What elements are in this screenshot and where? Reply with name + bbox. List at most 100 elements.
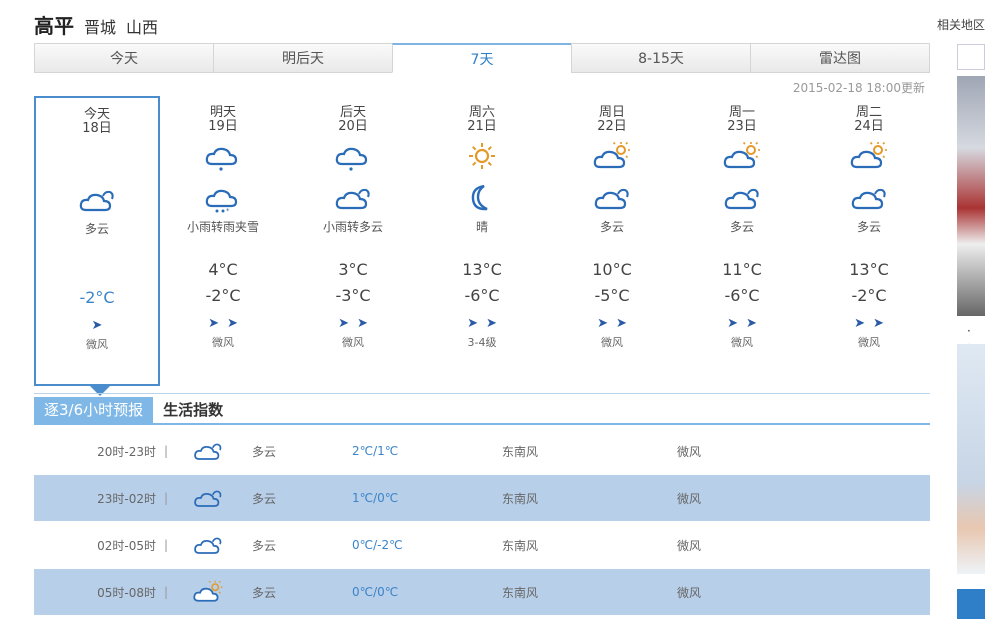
forecast-tabs: 今天 明后天 7天 8-15天 雷达图	[34, 43, 930, 73]
time-range: 20时-23时	[97, 444, 156, 459]
tab-radar[interactable]: 雷达图	[750, 43, 930, 73]
cloudy-icon	[722, 182, 762, 214]
blank-icon	[77, 142, 117, 174]
separator: |	[164, 444, 169, 458]
high-temp	[36, 262, 158, 282]
weather-text: 多云	[252, 491, 277, 506]
wind-direction: 东南风	[502, 444, 539, 459]
day-name: 周一	[728, 105, 755, 120]
weather-desc: 小雨转多云	[322, 220, 383, 234]
ad-image[interactable]	[957, 344, 985, 574]
wind-level: 微风	[601, 336, 623, 349]
update-time: 2015-02-18 18:00更新	[792, 81, 925, 95]
cloudy-icon	[849, 182, 889, 214]
tab-hourly-forecast[interactable]: 逐3/6小时预报	[34, 397, 154, 423]
time-range: 02时-05时	[97, 538, 156, 553]
light-rain-icon	[333, 140, 373, 172]
separator: |	[164, 585, 169, 599]
low-temp: -2°C	[851, 286, 887, 305]
sleet-icon: *	[203, 182, 243, 215]
weather-text: 多云	[252, 444, 277, 459]
day-name: 周日	[598, 105, 625, 120]
wind-direction: 东南风	[502, 585, 539, 600]
time-range: 05时-08时	[97, 585, 156, 600]
temperature-range: 1℃/0℃	[352, 491, 399, 505]
divider	[34, 393, 930, 394]
sidebar-tab[interactable]	[957, 44, 985, 70]
wind-level: 微风	[677, 491, 702, 506]
wind-direction-icon: ➤ ➤	[208, 316, 238, 331]
day-column[interactable]: 周六 21日 晴 13°C -6°C ➤ ➤ 3-4级	[419, 96, 545, 386]
hourly-table: 20时-23时 | 多云 2℃/1℃ 东南风 微风 23时-02时 | 多云 1…	[34, 428, 930, 616]
day-name: 今天	[83, 107, 110, 122]
wind-level: 3-4级	[467, 336, 497, 349]
news-image[interactable]	[957, 76, 985, 316]
day-name: 周二	[855, 105, 882, 120]
location-header: 高平 晋城 山西	[34, 10, 158, 38]
weather-text: 多云	[252, 585, 277, 600]
day-column[interactable]: 后天 20日 小雨转多云 3°C -3°C ➤ ➤ 微风	[290, 96, 416, 386]
time-range: 23时-02时	[97, 491, 156, 506]
hot-section-header	[957, 589, 985, 619]
wind-direction-icon: ➤ ➤	[467, 316, 497, 331]
day-column[interactable]: 今天 18日 多云 -2°C ➤ 微风	[34, 96, 160, 396]
low-temp: -2°C	[205, 286, 241, 305]
day-date: 21日	[467, 119, 497, 134]
light-rain-icon	[203, 140, 243, 172]
low-temp: -6°C	[724, 286, 760, 305]
related-regions-link[interactable]: 相关地区	[937, 16, 985, 33]
day-column[interactable]: 周二 24日 多云 13°C -2°C ➤ ➤ 微风	[806, 96, 932, 386]
day-date: 20日	[338, 119, 368, 134]
wind-level: 微风	[858, 336, 880, 349]
day-name: 明天	[209, 105, 236, 120]
cloudy-icon	[333, 182, 373, 214]
wind-level: 微风	[731, 336, 753, 349]
wind-direction-icon: ➤	[91, 318, 103, 333]
wind-level: 微风	[677, 444, 702, 459]
table-row: 20时-23时 | 多云 2℃/1℃ 东南风 微风	[34, 428, 930, 474]
day-date: 24日	[854, 119, 884, 134]
tab-life-index[interactable]: 生活指数	[153, 397, 233, 423]
high-temp: 11°C	[722, 260, 762, 279]
low-temp: -3°C	[335, 286, 371, 305]
cloudy-icon	[192, 485, 252, 511]
day-column[interactable]: 明天 19日 * 小雨转雨夹雪 4°C -2°C ➤ ➤ 微风	[160, 96, 286, 386]
wind-direction-icon: ➤ ➤	[727, 316, 757, 331]
tab-next-two-days[interactable]: 明后天	[213, 43, 392, 73]
low-temp: -5°C	[594, 286, 630, 305]
tab-7-days[interactable]: 7天	[392, 43, 571, 73]
weather-desc: 多云	[729, 220, 754, 234]
day-column[interactable]: 周日 22日 多云 10°C -5°C ➤ ➤ 微风	[549, 96, 675, 386]
tab-today[interactable]: 今天	[34, 43, 213, 73]
weather-desc: 多云	[84, 222, 109, 236]
tab-8-15-days[interactable]: 8-15天	[571, 43, 750, 73]
separator: |	[164, 538, 169, 552]
partly-cloudy-icon	[192, 579, 252, 605]
day-date: 22日	[597, 119, 627, 134]
cloudy-icon	[192, 438, 252, 464]
weather-desc: 小雨转雨夹雪	[186, 220, 259, 234]
wind-direction-icon: ➤ ➤	[597, 316, 627, 331]
province-link[interactable]: 山西	[126, 14, 158, 38]
temperature-range: 0℃/0℃	[352, 585, 399, 599]
cloudy-icon	[77, 184, 117, 216]
wind-level: 微风	[212, 336, 234, 349]
high-temp: 13°C	[849, 260, 889, 279]
low-temp: -6°C	[464, 286, 500, 305]
svg-text:*: *	[226, 207, 230, 214]
high-temp: 4°C	[208, 260, 238, 279]
parent-city-link[interactable]: 晋城	[84, 14, 116, 38]
detail-subtabs: 逐3/6小时预报 生活指数	[34, 397, 233, 423]
separator: |	[164, 491, 169, 505]
day-column[interactable]: 周一 23日 多云 11°C -6°C ➤ ➤ 微风	[679, 96, 805, 386]
wind-level: 微风	[86, 338, 108, 351]
day-date: 18日	[82, 121, 112, 136]
day-name: 后天	[339, 105, 366, 120]
day-date: 23日	[727, 119, 757, 134]
wind-level: 微风	[677, 585, 702, 600]
weather-desc: 多云	[599, 220, 624, 234]
sunny-icon	[462, 140, 502, 172]
subtab-underline	[34, 423, 930, 425]
wind-level: 微风	[677, 538, 702, 553]
right-sidebar: ··	[957, 44, 985, 619]
